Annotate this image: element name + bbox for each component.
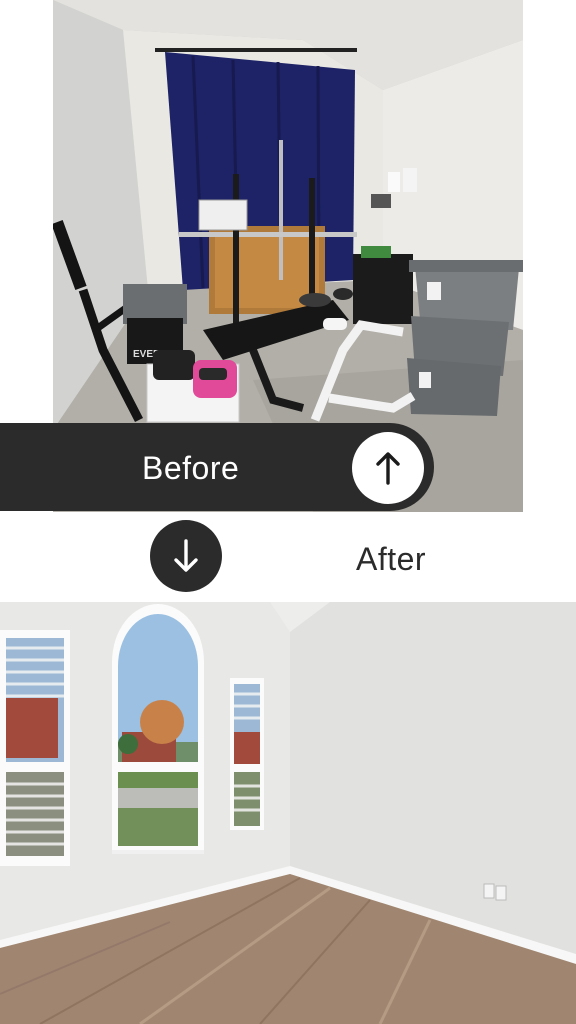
arrow-up-icon xyxy=(374,451,402,485)
after-label: After xyxy=(356,541,427,577)
after-room-illustration xyxy=(0,602,576,1024)
arrow-down-icon xyxy=(172,539,200,573)
after-photo xyxy=(0,602,576,1024)
scroll-down-button[interactable] xyxy=(150,520,222,592)
before-label: Before xyxy=(142,450,240,486)
scroll-up-button[interactable] xyxy=(352,432,424,504)
